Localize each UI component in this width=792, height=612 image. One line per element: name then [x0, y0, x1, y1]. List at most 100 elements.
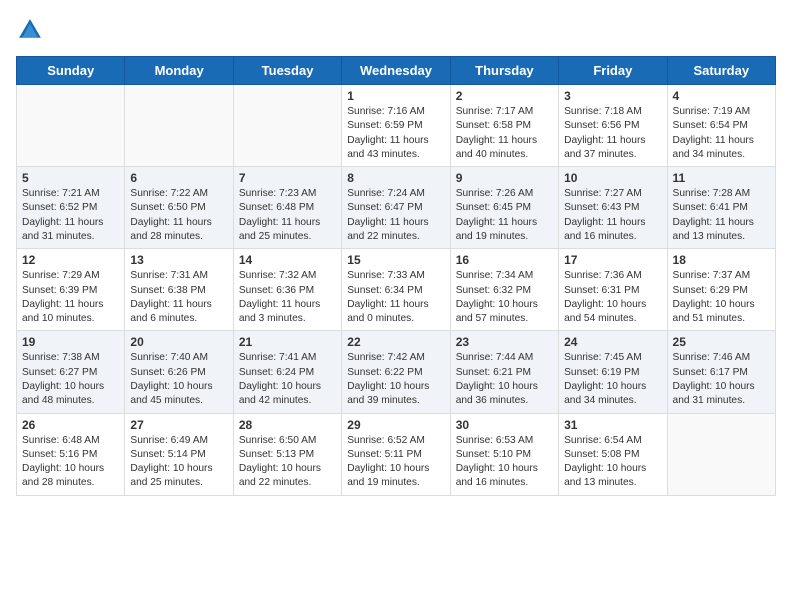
calendar-day-cell: 31Sunrise: 6:54 AM Sunset: 5:08 PM Dayli…	[559, 413, 667, 495]
calendar-day-cell: 13 Sunrise: 7:31 AM Sunset: 6:38 PM Dayli…	[125, 249, 233, 331]
day-info: Sunrise: 7:19 AM Sunset: 6:54 PM Dayligh…	[673, 105, 770, 162]
day-info: Sunrise: 6:54 AM Sunset: 5:08 PM Dayligh…	[564, 434, 661, 491]
day-info: Sunrise: 7:23 AM Sunset: 6:48 PM Dayligh…	[239, 187, 336, 244]
day-info: Sunrise: 7:17 AM Sunset: 6:58 PM Dayligh…	[456, 105, 553, 162]
calendar-day-cell: 10 Sunrise: 7:27 AM Sunset: 6:43 PM Dayli…	[559, 167, 667, 249]
day-number: 9	[456, 171, 553, 185]
day-info: Sunrise: 7:45 AM Sunset: 6:19 PM Dayligh…	[564, 351, 661, 408]
calendar-day-cell: 1 Sunrise: 7:16 AM Sunset: 6:59 PM Daylig…	[342, 85, 450, 167]
calendar-day-cell: 21Sunrise: 7:41 AM Sunset: 6:24 PM Dayli…	[233, 331, 341, 413]
day-info: Sunrise: 7:46 AM Sunset: 6:17 PM Dayligh…	[673, 351, 770, 408]
day-number: 19	[22, 335, 119, 349]
day-number: 17	[564, 253, 661, 267]
day-number: 3	[564, 89, 661, 103]
day-info: Sunrise: 7:33 AM Sunset: 6:34 PM Dayligh…	[347, 269, 444, 326]
logo	[16, 16, 48, 44]
day-info: Sunrise: 6:53 AM Sunset: 5:10 PM Dayligh…	[456, 434, 553, 491]
day-info: Sunrise: 7:18 AM Sunset: 6:56 PM Dayligh…	[564, 105, 661, 162]
day-number: 24	[564, 335, 661, 349]
day-number: 2	[456, 89, 553, 103]
day-info: Sunrise: 6:49 AM Sunset: 5:14 PM Dayligh…	[130, 434, 227, 491]
day-info: Sunrise: 7:27 AM Sunset: 6:43 PM Dayligh…	[564, 187, 661, 244]
page-header	[16, 16, 776, 44]
day-of-week-header: Sunday	[17, 57, 125, 85]
calendar-day-cell: 12 Sunrise: 7:29 AM Sunset: 6:39 PM Dayli…	[17, 249, 125, 331]
calendar-day-cell: 22 Sunrise: 7:42 AM Sunset: 6:22 PM Dayli…	[342, 331, 450, 413]
day-info: Sunrise: 7:38 AM Sunset: 6:27 PM Dayligh…	[22, 351, 119, 408]
calendar-day-cell: 4 Sunrise: 7:19 AM Sunset: 6:54 PM Daylig…	[667, 85, 775, 167]
calendar-day-cell: 9 Sunrise: 7:26 AM Sunset: 6:45 PM Daylig…	[450, 167, 558, 249]
day-number: 13	[130, 253, 227, 267]
day-number: 22	[347, 335, 444, 349]
day-number: 20	[130, 335, 227, 349]
day-of-week-header: Tuesday	[233, 57, 341, 85]
day-info: Sunrise: 7:32 AM Sunset: 6:36 PM Dayligh…	[239, 269, 336, 326]
calendar-day-cell: 25 Sunrise: 7:46 AM Sunset: 6:17 PM Dayli…	[667, 331, 775, 413]
day-number: 27	[130, 418, 227, 432]
calendar-day-cell: 7 Sunrise: 7:23 AM Sunset: 6:48 PM Daylig…	[233, 167, 341, 249]
calendar-day-cell: 30 Sunrise: 6:53 AM Sunset: 5:10 PM Dayli…	[450, 413, 558, 495]
calendar-day-cell: 24 Sunrise: 7:45 AM Sunset: 6:19 PM Dayli…	[559, 331, 667, 413]
day-info: Sunrise: 7:34 AM Sunset: 6:32 PM Dayligh…	[456, 269, 553, 326]
calendar-day-cell	[125, 85, 233, 167]
day-info: Sunrise: 6:50 AM Sunset: 5:13 PM Dayligh…	[239, 434, 336, 491]
day-info: Sunrise: 7:37 AM Sunset: 6:29 PM Dayligh…	[673, 269, 770, 326]
day-number: 10	[564, 171, 661, 185]
day-info: Sunrise: 7:29 AM Sunset: 6:39 PM Dayligh…	[22, 269, 119, 326]
day-of-week-header: Monday	[125, 57, 233, 85]
calendar-week-row: 5Sunrise: 7:21 AM Sunset: 6:52 PM Daylig…	[17, 167, 776, 249]
calendar-day-cell: 11 Sunrise: 7:28 AM Sunset: 6:41 PM Dayli…	[667, 167, 775, 249]
calendar-day-cell: 3 Sunrise: 7:18 AM Sunset: 6:56 PM Daylig…	[559, 85, 667, 167]
day-number: 7	[239, 171, 336, 185]
day-number: 11	[673, 171, 770, 185]
day-number: 12	[22, 253, 119, 267]
calendar-day-cell	[233, 85, 341, 167]
calendar-day-cell: 27 Sunrise: 6:49 AM Sunset: 5:14 PM Dayli…	[125, 413, 233, 495]
logo-icon	[16, 16, 44, 44]
day-number: 15	[347, 253, 444, 267]
calendar-header-row: SundayMondayTuesdayWednesdayThursdayFrid…	[17, 57, 776, 85]
day-info: Sunrise: 7:28 AM Sunset: 6:41 PM Dayligh…	[673, 187, 770, 244]
day-of-week-header: Thursday	[450, 57, 558, 85]
day-number: 6	[130, 171, 227, 185]
calendar-day-cell: 5Sunrise: 7:21 AM Sunset: 6:52 PM Daylig…	[17, 167, 125, 249]
day-info: Sunrise: 7:16 AM Sunset: 6:59 PM Dayligh…	[347, 105, 444, 162]
calendar-day-cell: 15 Sunrise: 7:33 AM Sunset: 6:34 PM Dayli…	[342, 249, 450, 331]
day-number: 18	[673, 253, 770, 267]
calendar-day-cell: 19 Sunrise: 7:38 AM Sunset: 6:27 PM Dayli…	[17, 331, 125, 413]
calendar-day-cell: 18 Sunrise: 7:37 AM Sunset: 6:29 PM Dayli…	[667, 249, 775, 331]
calendar-day-cell: 16Sunrise: 7:34 AM Sunset: 6:32 PM Dayli…	[450, 249, 558, 331]
day-number: 14	[239, 253, 336, 267]
day-info: Sunrise: 7:36 AM Sunset: 6:31 PM Dayligh…	[564, 269, 661, 326]
day-info: Sunrise: 7:41 AM Sunset: 6:24 PM Dayligh…	[239, 351, 336, 408]
day-info: Sunrise: 7:22 AM Sunset: 6:50 PM Dayligh…	[130, 187, 227, 244]
day-number: 28	[239, 418, 336, 432]
calendar-day-cell: 23Sunrise: 7:44 AM Sunset: 6:21 PM Dayli…	[450, 331, 558, 413]
calendar-week-row: 26Sunrise: 6:48 AM Sunset: 5:16 PM Dayli…	[17, 413, 776, 495]
day-number: 30	[456, 418, 553, 432]
day-info: Sunrise: 6:48 AM Sunset: 5:16 PM Dayligh…	[22, 434, 119, 491]
calendar-week-row: 12 Sunrise: 7:29 AM Sunset: 6:39 PM Dayli…	[17, 249, 776, 331]
day-number: 1	[347, 89, 444, 103]
calendar-day-cell: 14 Sunrise: 7:32 AM Sunset: 6:36 PM Dayli…	[233, 249, 341, 331]
day-info: Sunrise: 7:26 AM Sunset: 6:45 PM Dayligh…	[456, 187, 553, 244]
day-number: 8	[347, 171, 444, 185]
day-info: Sunrise: 7:42 AM Sunset: 6:22 PM Dayligh…	[347, 351, 444, 408]
day-number: 25	[673, 335, 770, 349]
calendar-week-row: 1 Sunrise: 7:16 AM Sunset: 6:59 PM Daylig…	[17, 85, 776, 167]
day-info: Sunrise: 7:40 AM Sunset: 6:26 PM Dayligh…	[130, 351, 227, 408]
calendar-day-cell	[667, 413, 775, 495]
calendar-day-cell	[17, 85, 125, 167]
calendar-day-cell: 29Sunrise: 6:52 AM Sunset: 5:11 PM Dayli…	[342, 413, 450, 495]
day-info: Sunrise: 7:31 AM Sunset: 6:38 PM Dayligh…	[130, 269, 227, 326]
day-number: 4	[673, 89, 770, 103]
day-info: Sunrise: 7:21 AM Sunset: 6:52 PM Dayligh…	[22, 187, 119, 244]
day-info: Sunrise: 7:44 AM Sunset: 6:21 PM Dayligh…	[456, 351, 553, 408]
calendar-day-cell: 6 Sunrise: 7:22 AM Sunset: 6:50 PM Daylig…	[125, 167, 233, 249]
calendar-day-cell: 20 Sunrise: 7:40 AM Sunset: 6:26 PM Dayli…	[125, 331, 233, 413]
calendar-day-cell: 26Sunrise: 6:48 AM Sunset: 5:16 PM Dayli…	[17, 413, 125, 495]
calendar-day-cell: 17 Sunrise: 7:36 AM Sunset: 6:31 PM Dayli…	[559, 249, 667, 331]
calendar-day-cell: 28 Sunrise: 6:50 AM Sunset: 5:13 PM Dayli…	[233, 413, 341, 495]
calendar-day-cell: 8Sunrise: 7:24 AM Sunset: 6:47 PM Daylig…	[342, 167, 450, 249]
calendar-week-row: 19 Sunrise: 7:38 AM Sunset: 6:27 PM Dayli…	[17, 331, 776, 413]
